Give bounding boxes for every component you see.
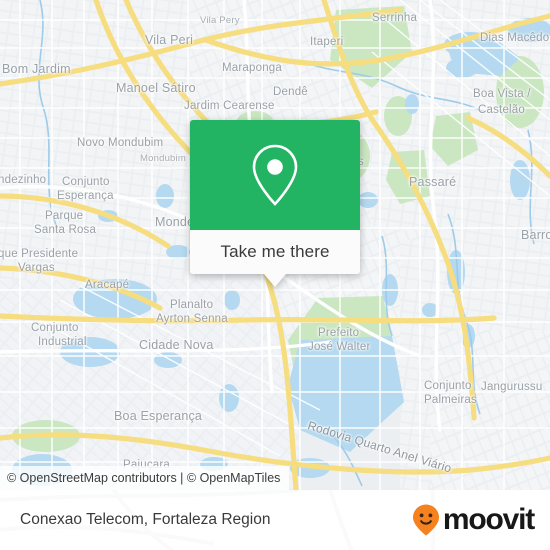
popup-header xyxy=(190,120,360,230)
location-title: Conexao Telecom, Fortaleza Region xyxy=(20,511,271,528)
take-me-there-label: Take me there xyxy=(220,242,330,261)
popup-pointer xyxy=(264,274,286,287)
location-popup[interactable]: Take me there xyxy=(190,120,360,287)
moovit-wordmark: moovit xyxy=(442,503,535,536)
take-me-there-button[interactable]: Take me there xyxy=(190,230,360,274)
moovit-logo[interactable]: moovit xyxy=(411,503,535,537)
map-canvas[interactable]: Vila Pery Serrinha Vila Peri Dias Macêdo Ita… xyxy=(0,0,550,490)
map-pin-icon xyxy=(252,144,298,206)
attribution-text: © OpenStreetMap contributors | © OpenMap… xyxy=(7,471,281,485)
map-attribution[interactable]: © OpenStreetMap contributors | © OpenMap… xyxy=(0,466,290,490)
page-footer: Conexao Telecom, Fortaleza Region moovit xyxy=(0,490,550,550)
moovit-smiley-pin-icon xyxy=(412,504,439,536)
map-page: Vila Pery Serrinha Vila Peri Dias Macêdo Ita… xyxy=(0,0,550,550)
